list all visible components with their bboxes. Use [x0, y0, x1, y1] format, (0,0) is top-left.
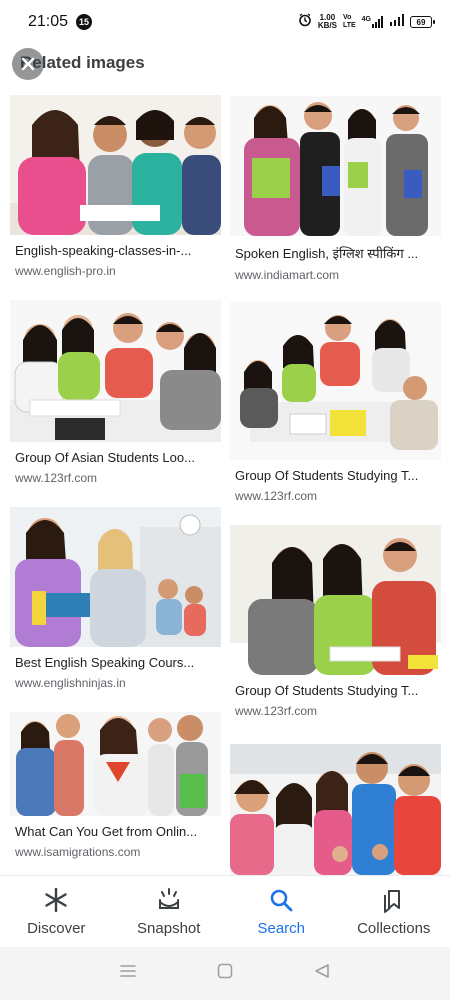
result-caption[interactable]: Spoken English, इंग्लिश स्पीकिंग ...	[230, 244, 435, 262]
result-source: www.englishninjas.in	[15, 676, 126, 690]
result-source: www.english-pro.in	[15, 264, 116, 278]
result-image[interactable]	[10, 507, 221, 647]
home-icon[interactable]	[217, 963, 233, 984]
result-card[interactable]: Group Of Students Studying T... www.123r…	[230, 302, 441, 503]
result-caption[interactable]: Group Of Students Studying T...	[230, 683, 435, 698]
volte-top: Vo	[342, 14, 352, 21]
status-icons: 1.00 KB/S Vo LTE 4G 69	[298, 12, 435, 32]
result-image[interactable]	[230, 744, 441, 875]
battery-indicator: 69	[410, 16, 435, 28]
result-caption[interactable]: Group Of Students Studying T...	[230, 468, 435, 483]
volte-bottom: LTE	[342, 22, 356, 29]
nav-snapshot[interactable]: Snapshot	[113, 876, 226, 947]
notification-badge: 15	[76, 14, 93, 30]
bottom-navigation: Discover Snapshot Search Collections	[0, 875, 450, 947]
snapshot-icon	[155, 886, 183, 914]
alarm-icon	[298, 12, 312, 32]
result-caption[interactable]: Group Of Asian Students Loo...	[10, 450, 215, 465]
result-image[interactable]	[230, 525, 441, 675]
asterisk-icon	[42, 886, 70, 914]
result-caption[interactable]: What Can You Get from Onlin...	[10, 824, 215, 839]
nav-collections-label: Collections	[357, 920, 431, 937]
status-bar: 21:05 15 1.00 KB/S Vo LTE 4G 69	[0, 0, 450, 44]
nav-collections[interactable]: Collections	[338, 876, 450, 947]
nav-snapshot-label: Snapshot	[137, 920, 201, 937]
search-icon	[267, 886, 295, 914]
result-card[interactable]: Best English Speaking Cours... www.engli…	[10, 507, 221, 690]
result-source: www.123rf.com	[235, 704, 318, 718]
signal-icon	[390, 13, 404, 31]
system-navigation-bar	[0, 947, 450, 1000]
menu-icon[interactable]	[120, 964, 137, 983]
network-type: 4G	[361, 16, 371, 23]
result-card[interactable]: Spoken English, इंग्लिश स्पीकिंग ... www…	[230, 96, 441, 282]
result-card[interactable]	[230, 744, 441, 875]
nav-discover-label: Discover	[27, 920, 86, 937]
result-source: www.123rf.com	[15, 471, 98, 485]
back-icon[interactable]	[314, 963, 330, 984]
result-card[interactable]: Group Of Asian Students Loo... www.123rf…	[10, 300, 221, 485]
result-image[interactable]	[230, 302, 441, 460]
speed-unit: KB/S	[317, 21, 337, 30]
result-image[interactable]	[10, 95, 221, 235]
result-source: www.isamigrations.com	[15, 845, 141, 859]
close-button[interactable]	[12, 48, 44, 80]
close-icon	[21, 57, 35, 71]
result-image[interactable]	[230, 96, 441, 236]
result-card[interactable]: What Can You Get from Onlin... www.isami…	[10, 712, 221, 859]
status-time: 21:05	[28, 13, 69, 30]
result-card[interactable]: English-speaking-classes-in-... www.engl…	[10, 95, 221, 278]
network-speed: 1.00 KB/S	[318, 14, 337, 30]
result-image[interactable]	[10, 712, 221, 816]
nav-search[interactable]: Search	[225, 876, 338, 947]
nav-discover[interactable]: Discover	[0, 876, 113, 947]
collections-icon	[380, 886, 408, 914]
result-source: www.indiamart.com	[235, 268, 340, 282]
header: Related images	[0, 44, 450, 84]
result-image[interactable]	[10, 300, 221, 442]
result-caption[interactable]: Best English Speaking Cours...	[10, 655, 215, 670]
result-caption[interactable]: English-speaking-classes-in-...	[10, 243, 215, 258]
signal-4g-icon: 4G	[362, 16, 384, 28]
nav-search-label: Search	[257, 920, 306, 937]
result-source: www.123rf.com	[235, 489, 318, 503]
volte-indicator: Vo LTE	[343, 14, 356, 30]
result-card[interactable]: Group Of Students Studying T... www.123r…	[230, 525, 441, 718]
